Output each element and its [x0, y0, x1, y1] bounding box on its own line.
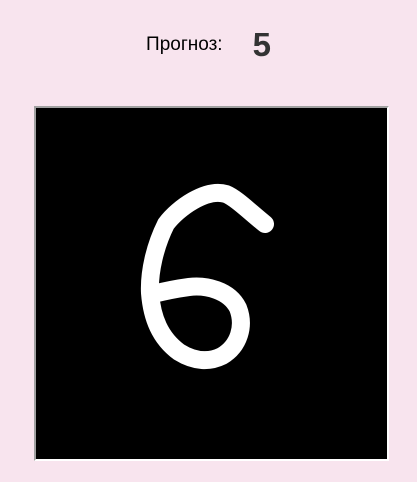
prediction-label: Прогноз: [146, 34, 223, 55]
prediction-row: Прогноз: 5 [0, 22, 417, 68]
prediction-value: 5 [252, 26, 271, 63]
drawing-canvas[interactable] [38, 110, 387, 459]
digit-stroke [140, 183, 274, 370]
drawing-canvas-frame [34, 106, 389, 461]
handwritten-digit-drawing [140, 183, 274, 370]
